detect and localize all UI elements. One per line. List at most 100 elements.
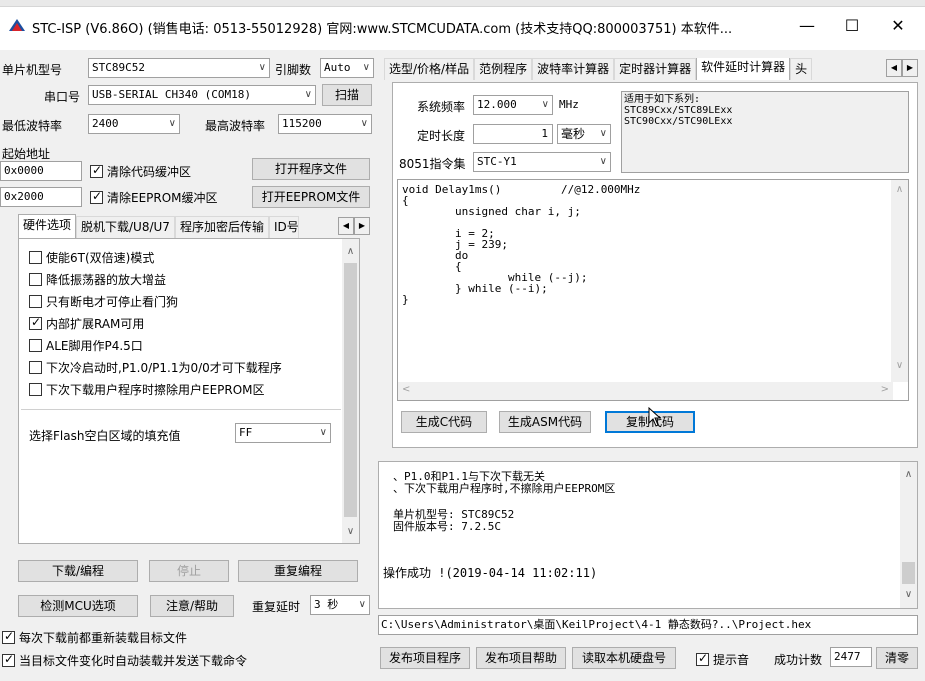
code-vertical-scrollbar[interactable]: ∧ ∨ bbox=[891, 180, 908, 382]
arrow-right-icon[interactable]: ▶ bbox=[902, 59, 918, 77]
success-count-value: 2477 bbox=[830, 647, 872, 667]
system-frequency-value: 12.000 bbox=[477, 98, 517, 111]
maximize-button[interactable]: ☐ bbox=[830, 12, 874, 40]
auto-reload-label: 当目标文件变化时自动装载并发送下载命令 bbox=[19, 654, 248, 668]
tab-id-number[interactable]: ID号 bbox=[268, 216, 299, 238]
flash-fill-value: FF bbox=[239, 426, 253, 439]
clear-eeprom-buffer-checkbox[interactable]: 清除EEPROM缓冲区 bbox=[90, 189, 218, 206]
checkbox-icon bbox=[29, 273, 42, 286]
tab-timer-calculator[interactable]: 定时器计算器 bbox=[614, 58, 697, 80]
window-title: STC-ISP (V6.86O) (销售电话: 0513-55012928) 官… bbox=[32, 22, 733, 37]
scroll-left-icon[interactable]: < bbox=[402, 384, 410, 395]
checkbox-checked-icon bbox=[29, 315, 42, 330]
beep-checkbox[interactable]: 提示音 bbox=[696, 651, 749, 668]
help-button[interactable]: 注意/帮助 bbox=[150, 595, 234, 617]
generate-c-code-button[interactable]: 生成C代码 bbox=[401, 411, 487, 433]
divider bbox=[21, 409, 341, 410]
code-address-input[interactable]: 0x0000 bbox=[0, 161, 82, 181]
right-tab-scroll[interactable]: ◀ ▶ bbox=[886, 59, 918, 77]
scroll-up-icon[interactable]: ∧ bbox=[891, 184, 908, 195]
option-low-gain[interactable]: 降低振荡器的放大增益 bbox=[29, 271, 166, 288]
tab-header[interactable]: 头 bbox=[790, 58, 813, 80]
clear-code-buffer-checkbox[interactable]: 清除代码缓冲区 bbox=[90, 163, 191, 180]
start-address-label: 起始地址 bbox=[2, 147, 51, 161]
tab-encrypted-transfer[interactable]: 程序加密后传输 bbox=[174, 216, 269, 238]
delay-calculator-panel: 系统频率 12.000 ∨ MHz 定时长度 1 毫秒 ∨ 8051指令集 STC-… bbox=[392, 82, 918, 448]
repeat-program-button[interactable]: 重复编程 bbox=[238, 560, 358, 582]
delay-unit-select[interactable]: 毫秒 ∨ bbox=[557, 124, 611, 144]
delay-code-textarea[interactable]: void Delay1ms() //@12.000MHz { unsigned … bbox=[397, 179, 909, 401]
option-ext-ram[interactable]: 内部扩展RAM可用 bbox=[29, 315, 144, 332]
scroll-right-icon[interactable]: > bbox=[881, 384, 889, 395]
mhz-unit-label: MHz bbox=[559, 98, 579, 111]
generate-asm-code-button[interactable]: 生成ASM代码 bbox=[499, 411, 591, 433]
mouse-pointer-icon bbox=[648, 407, 662, 427]
scan-button[interactable]: 扫描 bbox=[322, 84, 372, 106]
tab-delay-calculator[interactable]: 软件延时计算器 bbox=[696, 58, 791, 80]
system-frequency-select[interactable]: 12.000 ∨ bbox=[473, 95, 553, 115]
hardware-options-panel: 使能6T(双倍速)模式 降低振荡器的放大增益 只有断电才可停止看门狗 内部扩展R… bbox=[18, 238, 360, 544]
delay-code-content: void Delay1ms() //@12.000MHz { unsigned … bbox=[402, 183, 641, 306]
scroll-down-icon[interactable]: ∨ bbox=[342, 523, 359, 540]
option-ale-pin[interactable]: ALE脚用作P4.5口 bbox=[29, 337, 143, 354]
options-scrollbar[interactable]: ∧ ∨ bbox=[342, 239, 359, 543]
instruction-set-select[interactable]: STC-Y1 ∨ bbox=[473, 152, 611, 172]
serial-port-select[interactable]: USB-SERIAL CH340 (COM18) ∨ bbox=[88, 85, 316, 105]
arrow-left-icon[interactable]: ◀ bbox=[886, 59, 902, 77]
read-disk-id-button[interactable]: 读取本机硬盘号 bbox=[572, 647, 676, 669]
tab-baud-calculator[interactable]: 波特率计算器 bbox=[532, 58, 615, 80]
checkbox-icon bbox=[29, 251, 42, 264]
max-baud-select[interactable]: 115200 ∨ bbox=[278, 114, 372, 134]
option-erase-eeprom[interactable]: 下次下载用户程序时擦除用户EEPROM区 bbox=[29, 381, 265, 398]
open-program-file-button[interactable]: 打开程序文件 bbox=[252, 158, 370, 180]
tab-hardware-options[interactable]: 硬件选项 bbox=[18, 214, 77, 238]
scroll-down-icon[interactable]: ∨ bbox=[900, 586, 917, 603]
publish-project-help-button[interactable]: 发布项目帮助 bbox=[476, 647, 566, 669]
chevron-down-icon: ∨ bbox=[360, 118, 368, 129]
reset-count-button[interactable]: 清零 bbox=[876, 647, 918, 669]
option-cold-start[interactable]: 下次冷启动时,P1.0/P1.1为0/0才可下载程序 bbox=[29, 359, 282, 376]
repeat-delay-select[interactable]: 3 秒 ∨ bbox=[310, 595, 370, 615]
scroll-down-icon[interactable]: ∨ bbox=[891, 360, 908, 371]
checkbox-checked-icon bbox=[90, 189, 103, 204]
min-baud-value: 2400 bbox=[92, 117, 119, 130]
log-scrollbar[interactable]: ∧ ∨ bbox=[900, 462, 917, 608]
chevron-down-icon: ∨ bbox=[599, 128, 607, 139]
auto-reload-checkbox[interactable]: 当目标文件变化时自动装载并发送下载命令 bbox=[2, 652, 247, 669]
project-file-path: C:\Users\Administrator\桌面\KeilProject\4-… bbox=[378, 615, 918, 635]
scroll-thumb[interactable] bbox=[902, 562, 915, 584]
chevron-down-icon: ∨ bbox=[599, 156, 607, 167]
scroll-thumb[interactable] bbox=[344, 263, 357, 517]
left-tab-scroll[interactable]: ◀ ▶ bbox=[338, 217, 370, 235]
reload-before-download-label: 每次下载前都重新装载目标文件 bbox=[19, 631, 188, 645]
reload-before-download-checkbox[interactable]: 每次下载前都重新装载目标文件 bbox=[2, 629, 187, 646]
publish-project-program-button[interactable]: 发布项目程序 bbox=[380, 647, 470, 669]
option-6t-mode[interactable]: 使能6T(双倍速)模式 bbox=[29, 249, 154, 266]
option-label: 下次冷启动时,P1.0/P1.1为0/0才可下载程序 bbox=[46, 361, 282, 375]
scroll-up-icon[interactable]: ∧ bbox=[342, 243, 359, 260]
tab-offline-download[interactable]: 脱机下载/U8/U7 bbox=[76, 216, 175, 238]
checkbox-checked-icon bbox=[696, 651, 709, 666]
close-button[interactable]: ✕ bbox=[876, 12, 920, 40]
minimize-button[interactable]: — bbox=[785, 12, 829, 40]
open-eeprom-file-button[interactable]: 打开EEPROM文件 bbox=[252, 186, 370, 208]
code-horizontal-scrollbar[interactable]: < > bbox=[398, 382, 893, 400]
mcu-type-select[interactable]: STC89C52 ∨ bbox=[88, 58, 270, 78]
arrow-left-icon[interactable]: ◀ bbox=[338, 217, 354, 235]
min-baud-select[interactable]: 2400 ∨ bbox=[88, 114, 180, 134]
flash-fill-label: 选择Flash空白区域的填充值 bbox=[29, 429, 181, 443]
eeprom-address-input[interactable]: 0x2000 bbox=[0, 187, 82, 207]
delay-length-input[interactable]: 1 bbox=[473, 124, 553, 144]
detect-mcu-button[interactable]: 检测MCU选项 bbox=[18, 595, 138, 617]
pin-count-select[interactable]: Auto ∨ bbox=[320, 58, 374, 78]
tab-selection-price[interactable]: 选型/价格/样品 bbox=[384, 58, 475, 80]
scroll-up-icon[interactable]: ∧ bbox=[900, 466, 917, 483]
pin-count-value: Auto bbox=[324, 61, 351, 74]
arrow-right-icon[interactable]: ▶ bbox=[354, 217, 370, 235]
flash-fill-select[interactable]: FF ∨ bbox=[235, 423, 331, 443]
option-watchdog[interactable]: 只有断电才可停止看门狗 bbox=[29, 293, 178, 310]
download-program-button[interactable]: 下载/编程 bbox=[18, 560, 138, 582]
tab-sample-programs[interactable]: 范例程序 bbox=[474, 58, 533, 80]
stop-button[interactable]: 停止 bbox=[149, 560, 229, 582]
repeat-delay-label: 重复延时 bbox=[252, 600, 301, 614]
